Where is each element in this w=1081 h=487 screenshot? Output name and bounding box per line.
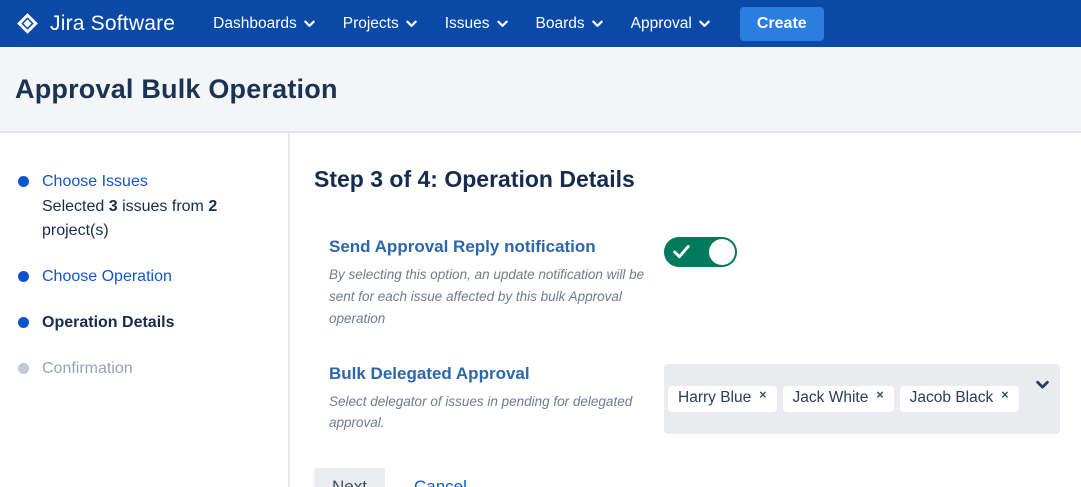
step-bullet-icon bbox=[18, 363, 29, 374]
projects-count: 2 bbox=[208, 198, 217, 215]
chevron-down-icon bbox=[406, 15, 417, 33]
sidebar-step-choose-operation: Choose Operation bbox=[18, 265, 268, 289]
toggle-knob bbox=[709, 239, 735, 265]
step-bullet-icon bbox=[18, 271, 29, 282]
nav-projects[interactable]: Projects bbox=[329, 0, 431, 47]
main-panel: Step 3 of 4: Operation Details Send Appr… bbox=[290, 133, 1081, 487]
next-button[interactable]: Next bbox=[314, 468, 385, 487]
nav-dashboards[interactable]: Dashboards bbox=[199, 0, 329, 47]
top-navbar: Jira Software Dashboards Projects Issues… bbox=[0, 0, 1081, 47]
content-area: Choose Issues Selected 3 issues from 2 p… bbox=[0, 133, 1081, 487]
sidebar-step-operation-details: Operation Details bbox=[18, 311, 268, 335]
chevron-down-icon bbox=[699, 15, 710, 33]
delegated-description: Select delegator of issues in pending fo… bbox=[329, 391, 649, 435]
step-bullet-icon bbox=[18, 176, 29, 187]
jira-diamond-icon bbox=[14, 10, 41, 37]
nav-boards[interactable]: Boards bbox=[522, 0, 617, 47]
notification-field-row: Send Approval Reply notification By sele… bbox=[329, 237, 1061, 330]
notification-description: By selecting this option, an update noti… bbox=[329, 264, 649, 330]
page-title: Approval Bulk Operation bbox=[15, 74, 338, 105]
sidebar-step-confirmation: Confirmation bbox=[18, 357, 268, 381]
approval-bulk-operation-page: Jira Software Dashboards Projects Issues… bbox=[0, 0, 1081, 487]
chevron-down-icon bbox=[497, 15, 508, 33]
check-icon bbox=[673, 244, 690, 265]
delegate-tag[interactable]: Jack White × bbox=[783, 386, 894, 412]
choose-operation-link[interactable]: Choose Operation bbox=[42, 265, 172, 289]
confirmation-label: Confirmation bbox=[42, 357, 133, 381]
wizard-actions: Next Cancel bbox=[314, 468, 1061, 487]
chevron-down-icon bbox=[592, 15, 603, 33]
choose-issues-link[interactable]: Choose Issues bbox=[42, 170, 268, 194]
remove-tag-icon[interactable]: × bbox=[1001, 388, 1008, 402]
operation-details-current: Operation Details bbox=[42, 311, 174, 335]
remove-tag-icon[interactable]: × bbox=[876, 388, 883, 402]
selection-summary: Selected 3 issues from 2 project(s) bbox=[42, 195, 268, 243]
delegated-label: Bulk Delegated Approval bbox=[329, 364, 649, 384]
remove-tag-icon[interactable]: × bbox=[759, 388, 766, 402]
delegate-tag[interactable]: Harry Blue × bbox=[668, 386, 777, 412]
sidebar-step-choose-issues: Choose Issues Selected 3 issues from 2 p… bbox=[18, 170, 268, 243]
cancel-link[interactable]: Cancel bbox=[414, 477, 467, 487]
step-bullet-icon bbox=[18, 317, 29, 328]
step-heading: Step 3 of 4: Operation Details bbox=[314, 166, 1061, 193]
send-notification-toggle[interactable] bbox=[664, 237, 737, 267]
issues-count: 3 bbox=[109, 198, 118, 215]
notification-label: Send Approval Reply notification bbox=[329, 237, 649, 257]
chevron-down-icon bbox=[304, 15, 315, 33]
brand-title: Jira Software bbox=[50, 12, 175, 36]
delegate-tag-label: Jack White bbox=[793, 389, 869, 407]
nav-approval[interactable]: Approval bbox=[617, 0, 724, 47]
delegate-tag[interactable]: Jacob Black × bbox=[900, 386, 1019, 412]
nav-issues[interactable]: Issues bbox=[431, 0, 522, 47]
delegated-approval-multiselect[interactable]: Harry Blue × Jack White × Jacob Black × bbox=[664, 364, 1060, 435]
jira-logo[interactable]: Jira Software bbox=[14, 10, 175, 37]
chevron-down-icon[interactable] bbox=[1036, 377, 1049, 395]
create-button[interactable]: Create bbox=[740, 7, 824, 41]
delegate-tag-label: Harry Blue bbox=[678, 389, 751, 407]
wizard-sidebar: Choose Issues Selected 3 issues from 2 p… bbox=[0, 133, 290, 487]
delegated-field-row: Bulk Delegated Approval Select delegator… bbox=[329, 364, 1061, 435]
page-header: Approval Bulk Operation bbox=[0, 47, 1081, 133]
delegate-tag-label: Jacob Black bbox=[910, 389, 994, 407]
